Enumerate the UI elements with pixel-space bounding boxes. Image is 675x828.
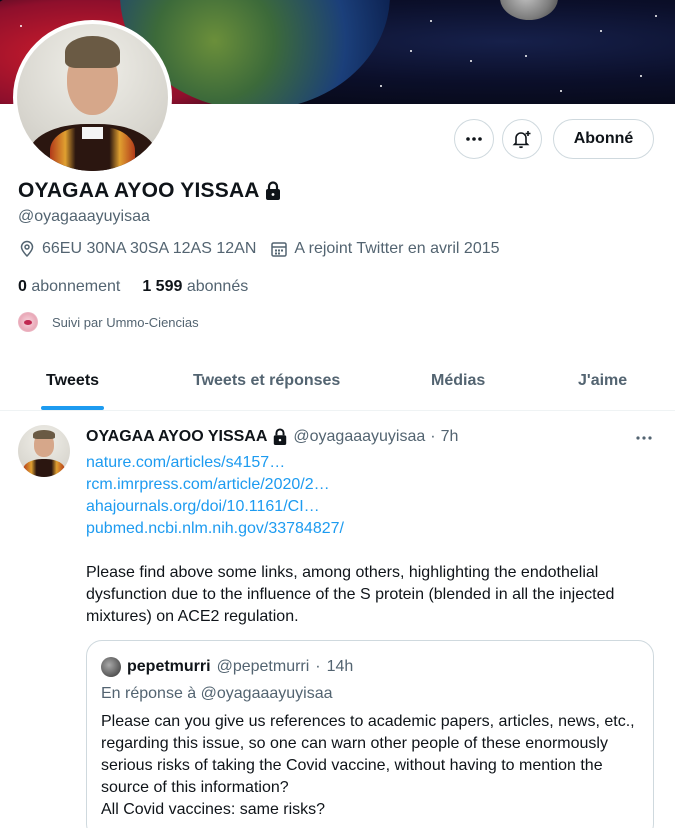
tweet-link[interactable]: nature.com/articles/s4157… xyxy=(86,452,344,474)
tweet-link[interactable]: rcm.imrpress.com/article/2020/2… xyxy=(86,474,344,496)
quoted-text-paragraph: All Covid vaccines: same risks? xyxy=(101,801,326,818)
profile-name-row: OYAGAA AYOO YISSAA xyxy=(18,179,282,203)
tweet-more-button[interactable] xyxy=(634,428,654,453)
followers-label: abonnés xyxy=(186,278,249,295)
tab-tweets-replies[interactable]: Tweets et réponses xyxy=(193,372,340,390)
followed-by-text: Suivi par Ummo-Ciencias xyxy=(52,314,199,330)
following-label: abonnement xyxy=(31,278,121,295)
tweet-link[interactable]: pubmed.ncbi.nlm.nih.gov/33784827/ xyxy=(86,518,344,540)
quoted-author-name: pepetmurri xyxy=(127,658,211,675)
quoted-tweet-text: Please can you give us references to aca… xyxy=(101,711,641,821)
followers-count: 1 599 xyxy=(142,278,183,295)
tweet-time[interactable]: 7h xyxy=(441,428,459,446)
banner-moon xyxy=(500,0,558,20)
profile-counts: 0 abonnement 1 599 abonnés xyxy=(18,278,248,296)
profile-avatar[interactable] xyxy=(13,20,172,175)
tweet-text: Please find above some links, among othe… xyxy=(86,564,615,625)
calendar-icon xyxy=(271,242,288,257)
following-count-link[interactable]: 0 abonnement xyxy=(18,278,120,296)
quoted-tweet-avatar xyxy=(101,657,121,677)
profile-tabs: Tweets Tweets et réponses Médias J'aime xyxy=(0,356,675,411)
tweet-header: OYAGAA AYOO YISSAA @oyagaaayuyisaa · 7h xyxy=(86,428,458,446)
notifications-button[interactable] xyxy=(502,119,542,159)
more-button[interactable] xyxy=(454,119,494,159)
profile-meta: 66EU 30NA 30SA 12AS 12AN A rejoint Twitt… xyxy=(18,240,514,258)
profile-handle: @oyagaaayuyisaa xyxy=(18,208,150,225)
active-tab-indicator xyxy=(41,406,104,410)
tweet-author-name[interactable]: OYAGAA AYOO YISSAA xyxy=(86,428,267,446)
lock-icon xyxy=(274,428,287,445)
tweet-author-handle[interactable]: @oyagaaayuyisaa xyxy=(293,428,425,446)
profile-joined-date: A rejoint Twitter en avril 2015 xyxy=(294,240,500,257)
tweet-separator: · xyxy=(430,428,436,445)
more-horizontal-icon xyxy=(466,137,482,141)
quoted-tweet-header: pepetmurri @pepetmurri · 14h xyxy=(101,657,353,677)
quoted-time: 14h xyxy=(326,658,354,675)
bell-plus-icon xyxy=(512,131,531,149)
tab-tweets[interactable]: Tweets xyxy=(46,372,99,390)
quoted-author-handle: @pepetmurri xyxy=(216,658,310,675)
follower-avatar xyxy=(18,312,38,332)
profile-location: 66EU 30NA 30SA 12AS 12AN xyxy=(42,240,257,257)
followers-count-link[interactable]: 1 599 abonnés xyxy=(142,278,248,296)
quoted-tweet[interactable]: pepetmurri @pepetmurri · 14h En réponse … xyxy=(86,640,654,828)
more-horizontal-icon xyxy=(636,436,652,440)
tweet-link[interactable]: ahajournals.org/doi/10.1161/CI… xyxy=(86,496,344,518)
following-count: 0 xyxy=(18,278,27,295)
lock-icon xyxy=(265,181,280,200)
quoted-text-paragraph: Please can you give us references to aca… xyxy=(101,713,635,796)
location-pin-icon xyxy=(20,240,34,258)
followed-by[interactable]: Suivi par Ummo-Ciencias xyxy=(18,312,199,332)
tab-likes[interactable]: J'aime xyxy=(578,372,627,390)
quoted-separator: · xyxy=(315,658,321,675)
tweet-avatar[interactable] xyxy=(18,425,70,477)
quoted-reply-to: En réponse à @oyagaaayuyisaa xyxy=(101,685,333,702)
following-button[interactable]: Abonné xyxy=(553,119,654,159)
tweet-links: nature.com/articles/s4157… rcm.imrpress.… xyxy=(86,452,344,540)
profile-name: OYAGAA AYOO YISSAA xyxy=(18,179,260,202)
tab-media[interactable]: Médias xyxy=(431,372,485,390)
